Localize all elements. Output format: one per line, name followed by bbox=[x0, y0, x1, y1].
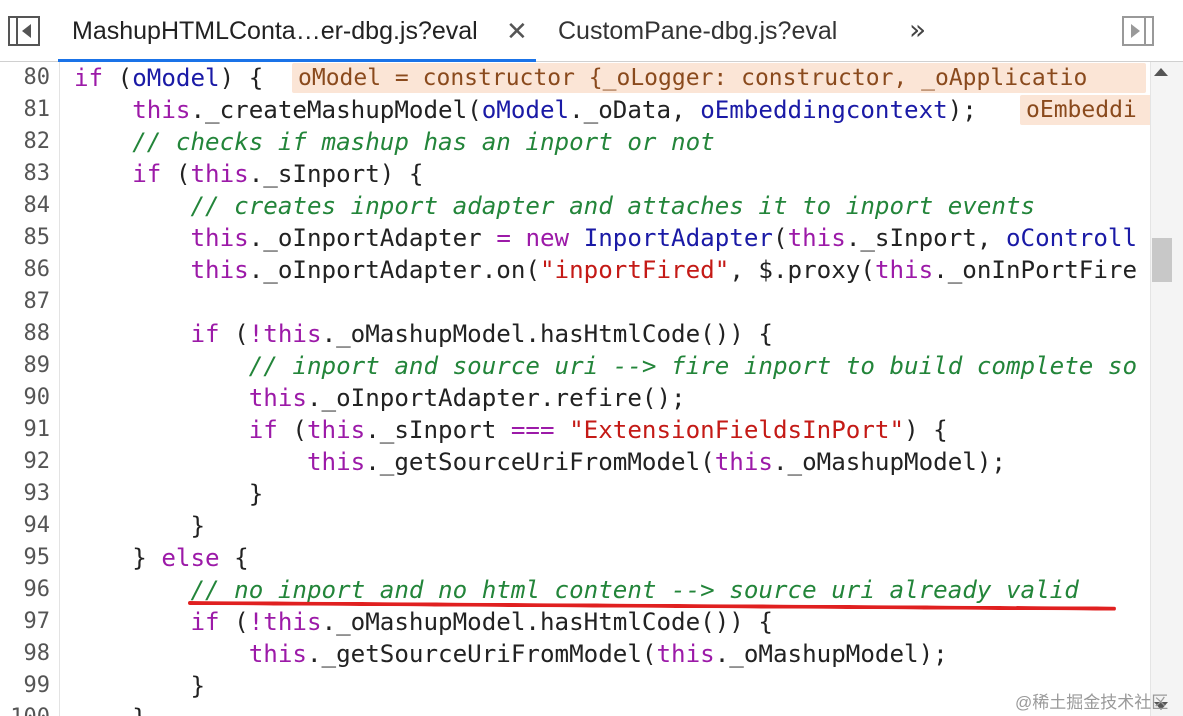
code-line[interactable]: 91 if (this._sInport === "ExtensionField… bbox=[0, 414, 1150, 446]
line-number[interactable]: 87 bbox=[0, 286, 51, 318]
code-text: } else { bbox=[74, 544, 249, 572]
line-number[interactable]: 86 bbox=[0, 254, 51, 286]
editor-tab-bar: MashupHTMLConta…er-dbg.js?eval ✕ CustomP… bbox=[0, 0, 1183, 62]
code-line[interactable]: 81 this._createMashupModel(oModel._oData… bbox=[0, 94, 1150, 126]
inline-value-badge[interactable]: oEmbeddi bbox=[1020, 95, 1150, 125]
tab-custom-pane[interactable]: CustomPane-dbg.js?eval bbox=[558, 0, 868, 62]
line-number[interactable]: 100 bbox=[0, 702, 50, 716]
line-number[interactable]: 83 bbox=[0, 158, 51, 190]
code-editor[interactable]: 80 if (oModel) { oModel = constructor {_… bbox=[0, 62, 1150, 716]
code-line[interactable]: 95 } else { bbox=[0, 542, 1150, 574]
code-text: if (this._sInport) { bbox=[132, 160, 424, 188]
code-line[interactable]: 82 // checks if mashup has an inport or … bbox=[0, 126, 1150, 158]
code-line[interactable]: 80 if (oModel) { oModel = constructor {_… bbox=[0, 62, 1150, 94]
code-text: } bbox=[74, 480, 264, 508]
code-line[interactable]: 92 this._getSourceUriFromModel(this._oMa… bbox=[0, 446, 1150, 478]
code-line[interactable]: 83 if (this._sInport) { bbox=[0, 158, 1150, 190]
tab-label: MashupHTMLConta…er-dbg.js?eval bbox=[72, 17, 478, 45]
line-number[interactable]: 85 bbox=[0, 222, 51, 254]
code-text: this._createMashupModel(oModel._oData, o… bbox=[132, 96, 977, 124]
code-line[interactable]: 90 this._oInportAdapter.refire(); bbox=[0, 382, 1150, 414]
line-number[interactable]: 93 bbox=[0, 478, 51, 510]
line-number[interactable]: 92 bbox=[0, 446, 51, 478]
code-text: this._oInportAdapter = new InportAdapter… bbox=[190, 224, 1138, 252]
code-text: this._getSourceUriFromModel(this._oMashu… bbox=[307, 448, 1006, 476]
code-line[interactable]: 99 } bbox=[0, 670, 1150, 702]
line-number[interactable]: 84 bbox=[0, 190, 51, 222]
code-line[interactable]: 96 // no inport and no html content --> … bbox=[0, 574, 1150, 606]
code-text: this._oInportAdapter.on("inportFired", $… bbox=[190, 256, 1138, 284]
line-number[interactable]: 99 bbox=[0, 670, 51, 702]
code-text: // inport and source uri --> fire inport… bbox=[248, 352, 1138, 380]
scroll-up-icon[interactable] bbox=[1154, 68, 1168, 76]
line-number[interactable]: 94 bbox=[0, 510, 51, 542]
line-number[interactable]: 89 bbox=[0, 350, 51, 382]
toggle-navigator-icon[interactable] bbox=[7, 15, 41, 47]
code-line[interactable]: 100 } bbox=[0, 702, 1150, 716]
line-number[interactable]: 95 bbox=[0, 542, 51, 574]
tab-label: CustomPane-dbg.js?eval bbox=[558, 17, 838, 45]
code-text: if (!this._oMashupModel.hasHtmlCode()) { bbox=[190, 320, 774, 348]
code-text: } bbox=[74, 702, 147, 716]
code-text: } bbox=[74, 512, 206, 540]
tab-mashup-html-container[interactable]: MashupHTMLConta…er-dbg.js?eval ✕ bbox=[58, 0, 536, 62]
code-line[interactable]: 85 this._oInportAdapter = new InportAdap… bbox=[0, 222, 1150, 254]
code-text: this._oInportAdapter.refire(); bbox=[248, 384, 686, 412]
code-line[interactable]: 84 // creates inport adapter and attache… bbox=[0, 190, 1150, 222]
scrollbar-thumb[interactable] bbox=[1152, 238, 1172, 282]
code-text: // creates inport adapter and attaches i… bbox=[190, 192, 1036, 220]
code-line[interactable]: 88 if (!this._oMashupModel.hasHtmlCode()… bbox=[0, 318, 1150, 350]
code-text: if (!this._oMashupModel.hasHtmlCode()) { bbox=[190, 608, 774, 636]
toggle-debugger-icon[interactable] bbox=[1121, 15, 1155, 47]
code-line[interactable]: 87 bbox=[0, 286, 1150, 318]
line-number[interactable]: 98 bbox=[0, 638, 51, 670]
line-number[interactable]: 90 bbox=[0, 382, 51, 414]
line-number[interactable]: 82 bbox=[0, 126, 51, 158]
line-number[interactable]: 80 bbox=[0, 62, 51, 94]
line-number[interactable]: 96 bbox=[0, 574, 51, 606]
line-number[interactable]: 97 bbox=[0, 606, 51, 638]
vertical-scrollbar[interactable] bbox=[1150, 62, 1183, 716]
code-line[interactable]: 93 } bbox=[0, 478, 1150, 510]
code-text: } bbox=[74, 672, 206, 700]
more-tabs-icon[interactable]: » bbox=[909, 0, 926, 62]
code-text: if (oModel) { bbox=[74, 64, 278, 92]
close-icon[interactable]: ✕ bbox=[506, 0, 528, 62]
code-text: // checks if mashup has an inport or not bbox=[132, 128, 715, 156]
line-number[interactable]: 91 bbox=[0, 414, 51, 446]
code-line[interactable]: 86 this._oInportAdapter.on("inportFired"… bbox=[0, 254, 1150, 286]
inline-value-badge[interactable]: oModel = constructor {_oLogger: construc… bbox=[292, 63, 1146, 93]
line-number[interactable]: 81 bbox=[0, 94, 51, 126]
code-text: if (this._sInport === "ExtensionFieldsIn… bbox=[248, 416, 948, 444]
code-text: this._getSourceUriFromModel(this._oMashu… bbox=[248, 640, 948, 668]
watermark: @稀土掘金技术社区 bbox=[1015, 693, 1169, 712]
code-line[interactable]: 94 } bbox=[0, 510, 1150, 542]
code-line[interactable]: 89 // inport and source uri --> fire inp… bbox=[0, 350, 1150, 382]
line-number[interactable]: 88 bbox=[0, 318, 51, 350]
code-line[interactable]: 98 this._getSourceUriFromModel(this._oMa… bbox=[0, 638, 1150, 670]
code-line[interactable]: 97 if (!this._oMashupModel.hasHtmlCode()… bbox=[0, 606, 1150, 638]
